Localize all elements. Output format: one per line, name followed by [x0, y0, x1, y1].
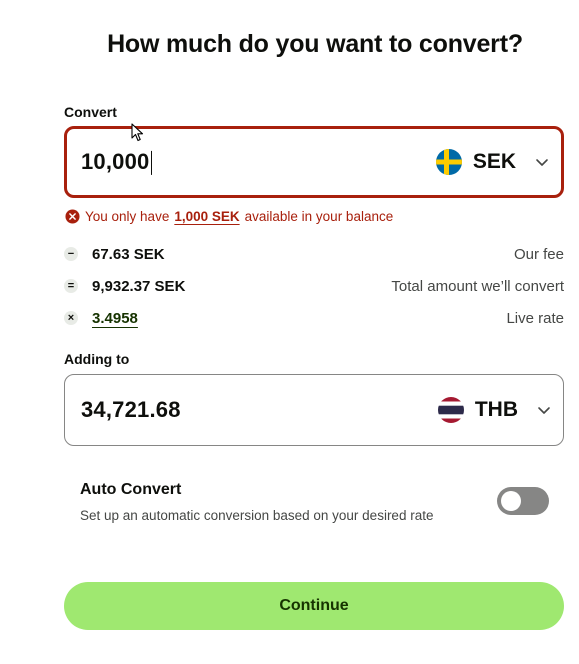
rate-label: Live rate [506, 309, 564, 327]
target-amount-field[interactable]: 34,721.68 THB [64, 374, 564, 446]
chevron-down-icon [538, 407, 550, 414]
minus-icon: − [64, 247, 78, 261]
equals-icon: = [64, 279, 78, 293]
source-currency-select[interactable]: SEK [435, 149, 549, 175]
convert-amount-input[interactable]: 10,000 [81, 149, 152, 176]
continue-button[interactable]: Continue [64, 582, 564, 630]
target-currency-select[interactable]: THB [437, 397, 551, 423]
error-icon [65, 209, 80, 224]
error-prefix: You only have [85, 209, 170, 224]
auto-convert-description: Set up an automatic conversion based on … [80, 508, 434, 523]
total-label: Total amount we’ll convert [391, 277, 564, 295]
balance-error-message: You only have 1,000 SEK available in you… [65, 209, 393, 224]
thailand-flag-icon [437, 397, 464, 423]
fee-label: Our fee [513, 245, 564, 263]
error-suffix: available in your balance [244, 209, 394, 224]
auto-convert-title: Auto Convert [80, 481, 182, 498]
adding-label: Adding to [64, 351, 130, 367]
total-value: 9,932.37 SEK [92, 277, 186, 295]
auto-convert-toggle[interactable] [497, 487, 549, 515]
total-row: = 9,932.37 SEK Total amount we’ll conver… [64, 274, 564, 298]
sweden-flag-icon [435, 149, 462, 175]
multiply-icon: × [64, 311, 78, 325]
fee-row: − 67.63 SEK Our fee [64, 242, 564, 266]
target-amount-input[interactable]: 34,721.68 [81, 397, 181, 423]
toggle-knob [501, 491, 521, 511]
mouse-pointer-icon [131, 123, 144, 142]
target-currency-code: THB [474, 398, 518, 421]
source-currency-code: SEK [472, 150, 516, 173]
rate-row: × 3.4958 Live rate [64, 306, 564, 330]
live-rate-link[interactable]: 3.4958 [92, 310, 138, 327]
page-title: How much do you want to convert? [107, 30, 523, 58]
chevron-down-icon [536, 159, 548, 166]
fee-value: 67.63 SEK [92, 245, 165, 263]
error-balance-amount: 1,000 SEK [174, 209, 240, 224]
convert-label: Convert [64, 104, 117, 120]
text-caret [150, 151, 152, 176]
